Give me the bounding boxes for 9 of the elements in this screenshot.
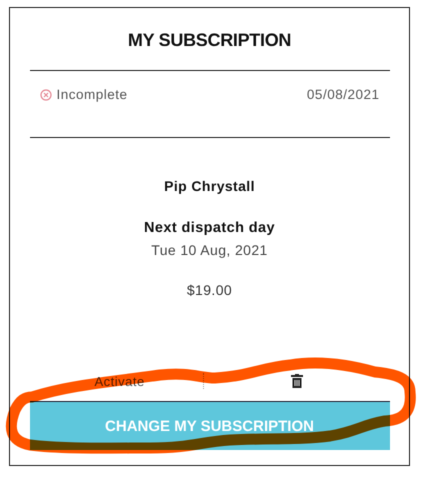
activate-link[interactable]: Activate (94, 374, 202, 388)
status-label: Incomplete (56, 87, 128, 102)
card-title: MY SUBSCRIPTION (128, 30, 292, 50)
price: $19.00 (186, 282, 232, 298)
delete-icon[interactable] (290, 374, 302, 388)
status-date: 05/08/2021 (306, 87, 380, 102)
dispatch-label: Next dispatch day (144, 220, 275, 236)
customer-name: Pip Chrystall (164, 178, 255, 194)
dispatch-date: Tue 10 Aug, 2021 (151, 242, 268, 258)
